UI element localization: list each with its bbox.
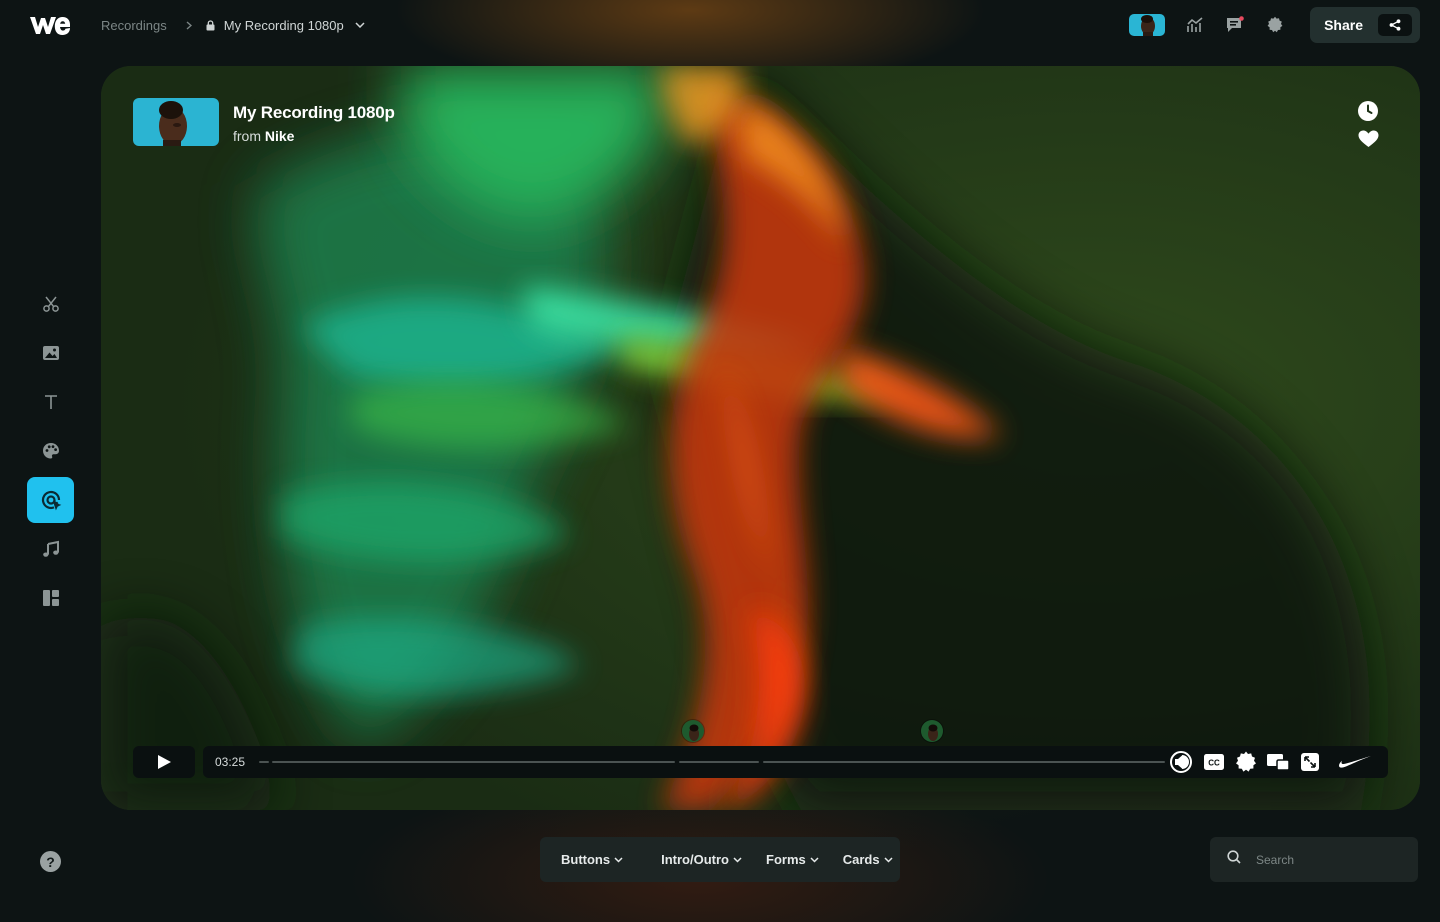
heart-icon[interactable] bbox=[1357, 128, 1379, 150]
video-from-prefix: from bbox=[233, 128, 261, 144]
share-button[interactable]: Share bbox=[1310, 7, 1420, 43]
menu-cards-label: Cards bbox=[842, 852, 880, 867]
analytics-icon[interactable] bbox=[1185, 15, 1205, 35]
comment-icon[interactable] bbox=[1225, 15, 1245, 35]
share-button-label: Share bbox=[1324, 17, 1363, 33]
menu-intro-outro-label: Intro/Outro bbox=[661, 852, 729, 867]
sidebar-item-style[interactable] bbox=[27, 428, 74, 474]
sidebar-item-music[interactable] bbox=[27, 526, 74, 572]
text-icon bbox=[44, 395, 57, 409]
video-source: from Nike bbox=[233, 128, 294, 144]
nike-logo-icon bbox=[1336, 750, 1374, 774]
header-actions: Share bbox=[1129, 7, 1420, 43]
user-avatar[interactable] bbox=[1129, 14, 1166, 36]
menu-cards[interactable]: Cards bbox=[843, 852, 893, 867]
sidebar-item-layout[interactable] bbox=[27, 575, 74, 621]
breadcrumb: Recordings My Recording 1080p bbox=[101, 17, 365, 33]
breadcrumb-recordings-link[interactable]: Recordings bbox=[101, 18, 167, 33]
clock-icon[interactable] bbox=[1357, 100, 1379, 122]
play-button[interactable] bbox=[133, 746, 195, 778]
timeline-marker-avatar[interactable] bbox=[681, 719, 705, 743]
top-bar: Recordings My Recording 1080p Share bbox=[0, 0, 1440, 50]
we-logo-icon bbox=[30, 17, 70, 35]
component-menu: Buttons Intro/Outro Forms Cards bbox=[540, 837, 900, 882]
play-icon bbox=[158, 755, 171, 769]
breadcrumb-current-label: My Recording 1080p bbox=[223, 17, 344, 33]
video-thumbnail bbox=[133, 98, 219, 146]
chapter-segment[interactable] bbox=[259, 761, 269, 763]
player-controls: 03:25 CC bbox=[133, 746, 1388, 778]
video-frame bbox=[101, 66, 1420, 810]
chapter-segment[interactable] bbox=[272, 761, 675, 763]
menu-buttons-label: Buttons bbox=[561, 852, 611, 867]
fullscreen-icon[interactable] bbox=[1298, 750, 1322, 774]
video-from-name[interactable]: Nike bbox=[265, 128, 295, 144]
search-box bbox=[1210, 837, 1418, 882]
menu-forms-label: Forms bbox=[766, 852, 806, 867]
chevron-down-icon[interactable] bbox=[355, 22, 365, 28]
closed-captions-icon[interactable]: CC bbox=[1202, 750, 1226, 774]
chevron-down-icon bbox=[614, 856, 623, 863]
timeline-marker-avatar[interactable] bbox=[920, 719, 944, 743]
menu-buttons[interactable]: Buttons bbox=[561, 852, 623, 867]
control-bar: 03:25 CC bbox=[203, 746, 1388, 778]
chevron-down-icon bbox=[884, 856, 893, 863]
chapter-segment[interactable] bbox=[763, 761, 1165, 763]
menu-forms[interactable]: Forms bbox=[766, 852, 819, 867]
share-icon bbox=[1378, 14, 1412, 36]
chevron-right-icon bbox=[186, 20, 192, 30]
current-time: 03:25 bbox=[215, 755, 246, 769]
chevron-down-icon bbox=[733, 856, 742, 863]
search-icon bbox=[1227, 850, 1241, 869]
menu-intro-outro[interactable]: Intro/Outro bbox=[661, 852, 742, 867]
player-action-icons: CC bbox=[1162, 750, 1374, 774]
sidebar-item-media[interactable] bbox=[27, 330, 74, 376]
settings-gear-icon[interactable] bbox=[1234, 750, 1258, 774]
at-sign-cursor-icon bbox=[41, 490, 61, 511]
video-title: My Recording 1080p bbox=[233, 103, 395, 122]
music-icon bbox=[42, 540, 59, 557]
image-icon bbox=[42, 346, 59, 360]
chapter-segment[interactable] bbox=[679, 761, 759, 763]
video-player[interactable]: My Recording 1080p from Nike 03:25 CC bbox=[101, 66, 1420, 810]
scissors-icon bbox=[42, 296, 59, 312]
app-logo[interactable] bbox=[29, 13, 73, 37]
layout-icon bbox=[42, 590, 59, 606]
sidebar-item-interactive[interactable] bbox=[27, 477, 74, 523]
progress-track[interactable] bbox=[259, 761, 1165, 763]
volume-icon[interactable] bbox=[1170, 750, 1194, 774]
cc-text: CC bbox=[1208, 759, 1220, 768]
picture-in-picture-icon[interactable] bbox=[1266, 750, 1290, 774]
settings-icon[interactable] bbox=[1265, 15, 1285, 35]
search-input[interactable] bbox=[1256, 852, 1406, 867]
sidebar-item-cut[interactable] bbox=[27, 281, 74, 327]
help-icon: ? bbox=[46, 853, 55, 870]
palette-icon bbox=[42, 443, 59, 459]
sidebar-item-text[interactable] bbox=[27, 379, 74, 425]
breadcrumb-current[interactable]: My Recording 1080p bbox=[206, 18, 365, 33]
lock-icon bbox=[206, 19, 215, 31]
chevron-down-icon bbox=[810, 856, 819, 863]
video-side-actions bbox=[1357, 100, 1379, 156]
tool-sidebar bbox=[27, 281, 74, 624]
help-button[interactable]: ? bbox=[40, 851, 61, 872]
